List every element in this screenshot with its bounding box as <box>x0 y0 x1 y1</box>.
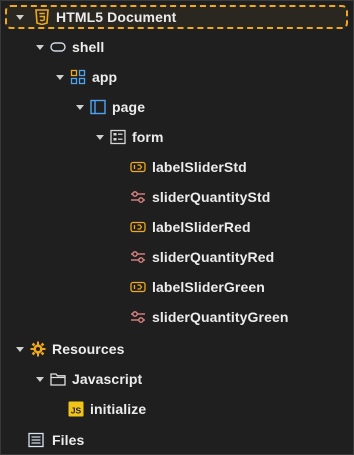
tree-item-page[interactable]: page <box>1 95 353 119</box>
tree-item-labelsliderred[interactable]: labelSliderRed <box>1 215 353 239</box>
chevron-down-icon[interactable] <box>15 12 25 22</box>
slider-icon <box>130 309 146 325</box>
tree-item-label: labelSliderRed <box>152 219 251 235</box>
tree-item-label: shell <box>72 39 105 55</box>
chevron-down-icon[interactable] <box>35 42 45 52</box>
gear-icon <box>30 341 46 357</box>
svg-text:JS: JS <box>71 406 82 416</box>
tree-item-label: initialize <box>90 401 147 417</box>
label-icon <box>130 279 146 295</box>
tree-item-label: app <box>92 69 118 85</box>
tree-item-javascript[interactable]: Javascript <box>1 367 353 391</box>
tree-item-sliderquantitygreen[interactable]: sliderQuantityGreen <box>1 305 353 329</box>
tree-item-sliderquantityred[interactable]: sliderQuantityRed <box>1 245 353 269</box>
tree-item-label: form <box>132 129 164 145</box>
tree-item-label: labelSliderStd <box>152 159 247 175</box>
label-icon <box>130 159 146 175</box>
tree-item-label: labelSliderGreen <box>152 279 265 295</box>
chevron-down-icon[interactable] <box>95 132 105 142</box>
tree-item-label: sliderQuantityGreen <box>152 309 289 325</box>
tree-item-label: sliderQuantityStd <box>152 189 271 205</box>
chevron-down-icon[interactable] <box>55 72 65 82</box>
app-icon <box>70 69 86 85</box>
folder-icon <box>50 371 66 387</box>
tree-item-form[interactable]: form <box>1 125 353 149</box>
chevron-down-icon[interactable] <box>75 102 85 112</box>
files-list-icon <box>28 432 44 448</box>
tree-item-sliderquantitystd[interactable]: sliderQuantityStd <box>1 185 353 209</box>
tree-item-label: page <box>112 99 146 115</box>
slider-icon <box>130 249 146 265</box>
html5-icon <box>34 9 50 25</box>
form-icon <box>110 129 126 145</box>
tree-item-initialize[interactable]: JS initialize <box>1 397 353 421</box>
tree-item-resources[interactable]: Resources <box>1 337 353 361</box>
page-icon <box>90 99 106 115</box>
label-icon <box>130 219 146 235</box>
tree-item-label: Files <box>52 432 85 448</box>
tree-item-label: Javascript <box>72 371 143 387</box>
tree-item-html5-document[interactable]: HTML5 Document <box>5 5 348 29</box>
tree-item-labelsliderstd[interactable]: labelSliderStd <box>1 155 353 179</box>
tree-item-labelslidergreen[interactable]: labelSliderGreen <box>1 275 353 299</box>
js-file-icon: JS <box>68 401 84 417</box>
tree-item-label: Resources <box>52 341 125 357</box>
tree-item-shell[interactable]: shell <box>1 35 353 59</box>
tree-item-label: sliderQuantityRed <box>152 249 275 265</box>
chevron-down-icon[interactable] <box>15 344 25 354</box>
slider-icon <box>130 189 146 205</box>
shell-icon <box>50 39 66 55</box>
chevron-down-icon[interactable] <box>35 374 45 384</box>
tree-item-label: HTML5 Document <box>56 9 177 25</box>
tree-item-app[interactable]: app <box>1 65 353 89</box>
tree-item-files[interactable]: Files <box>1 428 353 452</box>
project-tree: HTML5 Document shell app page form label… <box>0 0 354 455</box>
